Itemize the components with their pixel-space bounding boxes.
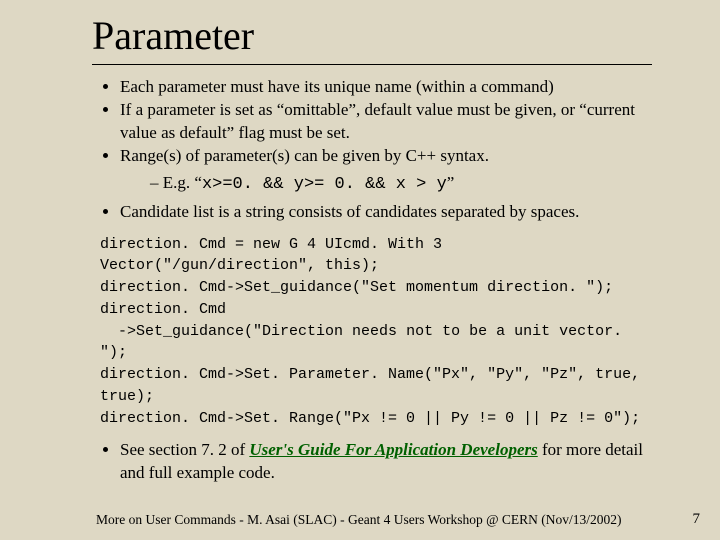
code-line-5: direction. Cmd->Set. Range("Px != 0 || P… <box>100 410 640 427</box>
footer-text: More on User Commands - M. Asai (SLAC) -… <box>96 512 656 528</box>
bullet-4: Candidate list is a string consists of c… <box>120 201 652 224</box>
users-guide-link[interactable]: User's Guide For Application Developers <box>249 440 537 459</box>
slide: Parameter Each parameter must have its u… <box>0 0 720 540</box>
slide-body: Each parameter must have its unique name… <box>92 76 652 485</box>
code-line-4: direction. Cmd->Set. Parameter. Name("Px… <box>100 366 649 405</box>
bullet-3: Range(s) of parameter(s) can be given by… <box>120 145 652 197</box>
b3-sub-a: E.g. “ <box>163 173 202 192</box>
title-underline <box>92 64 652 65</box>
b3-sub-code: x>=0. && y>= 0. && x > y <box>202 175 447 194</box>
bullet-2: If a parameter is set as “omittable”, de… <box>120 99 652 145</box>
b3-sub-b: ” <box>447 173 455 192</box>
page-number: 7 <box>693 511 701 528</box>
bullet-1: Each parameter must have its unique name… <box>120 76 652 99</box>
bullet-5: See section 7. 2 of User's Guide For App… <box>120 439 652 485</box>
bullet-3-text: Range(s) of parameter(s) can be given by… <box>120 146 489 165</box>
bullet-3-sub: E.g. “x>=0. && y>= 0. && x > y” <box>150 172 652 197</box>
code-line-0: direction. Cmd = new G 4 UIcmd. With 3 V… <box>100 236 451 275</box>
slide-title: Parameter <box>92 12 254 59</box>
code-line-1: direction. Cmd->Set_guidance("Set moment… <box>100 279 613 296</box>
code-line-2: direction. Cmd <box>100 301 226 318</box>
code-block: direction. Cmd = new G 4 UIcmd. With 3 V… <box>100 234 652 430</box>
b5-a: See section 7. 2 of <box>120 440 249 459</box>
code-line-3: ->Set_guidance("Direction needs not to b… <box>100 323 631 362</box>
